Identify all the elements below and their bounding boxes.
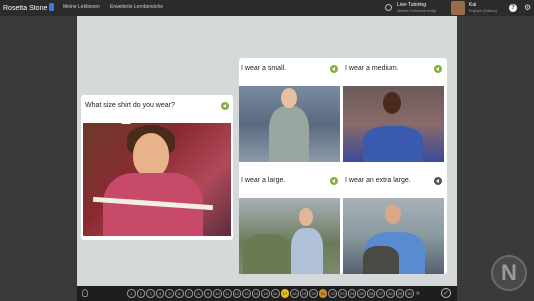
brand-logo[interactable]: Rosetta Stone xyxy=(3,3,55,12)
progress-step[interactable]: 27 xyxy=(376,289,386,298)
photo-figure xyxy=(243,234,291,274)
photo-figure xyxy=(269,106,309,162)
option-photo xyxy=(343,198,444,274)
progress-step[interactable]: 6 xyxy=(174,289,184,298)
photo-face xyxy=(281,88,297,108)
progress-step[interactable]: 1 xyxy=(127,289,136,298)
answer-grid: I wear a small. I wear a medium. I wear … xyxy=(239,58,447,274)
photo-shirt xyxy=(363,246,399,274)
progress-step[interactable]: 28 xyxy=(386,289,395,298)
progress-step[interactable]: 20 xyxy=(309,289,318,298)
progress-step[interactable]: 24 xyxy=(347,289,357,298)
nav-my-lessons[interactable]: Meine Lektionen xyxy=(63,4,100,10)
speaker-icon[interactable] xyxy=(330,177,338,185)
lightbulb-icon[interactable] xyxy=(82,289,88,297)
progress-step[interactable]: 15 xyxy=(261,289,270,298)
option-photo xyxy=(239,86,340,162)
progress-step[interactable]: 5 xyxy=(165,289,174,298)
progress-step[interactable]: 10 xyxy=(213,289,222,298)
prompt-text: What size shirt do you wear? xyxy=(85,102,175,109)
answer-option-small[interactable]: I wear a small. xyxy=(239,58,340,162)
progress-step[interactable]: 30 xyxy=(405,289,414,298)
help-icon[interactable]: ? xyxy=(509,4,517,12)
progress-step[interactable]: 13 xyxy=(242,289,251,298)
progress-step[interactable]: 8 xyxy=(194,289,203,298)
progress-steps: 1 2 3 4 5 6 7 8 9 10 11 12 13 14 15 16 17 18 19 20 21 22 23 24 2… xyxy=(127,289,420,298)
progress-step[interactable]: 26 xyxy=(366,289,376,298)
photo-face xyxy=(385,204,401,224)
progress-step[interactable]: 19 xyxy=(299,289,309,298)
answer-option-medium[interactable]: I wear a medium. xyxy=(343,58,444,162)
progress-step[interactable]: 2 xyxy=(136,289,146,298)
progress-step[interactable]: 25 xyxy=(357,289,366,298)
live-tutoring-subtitle: Weitere Fortschritt erfolgt xyxy=(397,9,437,13)
option-label: I wear a small. xyxy=(241,65,287,72)
bubble-tail xyxy=(121,119,131,124)
photo-face xyxy=(383,92,401,114)
lesson-canvas: What size shirt do you wear? I wear a sm… xyxy=(77,16,457,286)
progress-step[interactable]: 29 xyxy=(395,289,405,298)
option-photo xyxy=(343,86,444,162)
answer-option-large[interactable]: I wear a large. xyxy=(239,170,340,274)
photo-face xyxy=(299,208,313,226)
prompt-photo xyxy=(83,123,231,236)
progress-step[interactable]: 21 xyxy=(318,289,328,298)
photo-figure xyxy=(363,126,423,162)
speaker-icon[interactable] xyxy=(434,65,442,73)
rosetta-stone-icon xyxy=(49,3,55,11)
progress-step[interactable]: 4 xyxy=(155,289,165,298)
speaker-icon[interactable] xyxy=(330,65,338,73)
answer-option-extra-large[interactable]: I wear an extra large. xyxy=(343,170,444,274)
option-label: I wear a large. xyxy=(241,177,286,184)
progress-step[interactable]: 14 xyxy=(251,289,261,298)
speaker-icon[interactable] xyxy=(434,177,442,185)
headset-icon[interactable] xyxy=(385,4,392,11)
progress-step[interactable]: 7 xyxy=(184,289,194,298)
bottom-bar: 1 2 3 4 5 6 7 8 9 10 11 12 13 14 15 16 17 18 19 20 21 22 23 24 2… xyxy=(77,286,457,301)
gear-icon[interactable]: ⚙ xyxy=(524,3,532,12)
watermark-logo: N xyxy=(491,255,527,291)
user-language: Englisch (Britisch) xyxy=(469,9,498,13)
progress-step[interactable]: 17 xyxy=(280,289,290,298)
progress-step[interactable]: 18 xyxy=(290,289,299,298)
option-label: I wear a medium. xyxy=(345,65,399,72)
top-bar: Rosetta Stone Meine Lektionen Erweiterte… xyxy=(0,0,534,16)
next-chevron-icon[interactable]: » xyxy=(416,289,420,298)
option-photo xyxy=(239,198,340,274)
prompt-card: What size shirt do you wear? xyxy=(81,95,233,240)
option-label: I wear an extra large. xyxy=(345,177,411,184)
photo-figure xyxy=(291,228,323,274)
progress-step[interactable]: 22 xyxy=(328,289,338,298)
live-tutoring-title[interactable]: Live-Tutoring xyxy=(397,2,426,8)
progress-step[interactable]: 3 xyxy=(146,289,155,298)
progress-step[interactable]: 16 xyxy=(270,289,280,298)
progress-step[interactable]: 9 xyxy=(203,289,213,298)
user-name[interactable]: Kai xyxy=(469,2,476,8)
check-icon[interactable]: ✓ xyxy=(441,288,451,298)
nav-extended-learning[interactable]: Erweiterte Lernbereiche xyxy=(110,4,163,10)
progress-step[interactable]: 11 xyxy=(222,289,232,298)
progress-step[interactable]: 23 xyxy=(338,289,347,298)
progress-step[interactable]: 12 xyxy=(232,289,242,298)
avatar[interactable] xyxy=(451,1,465,15)
speaker-icon[interactable] xyxy=(221,102,229,110)
photo-face xyxy=(133,133,169,177)
